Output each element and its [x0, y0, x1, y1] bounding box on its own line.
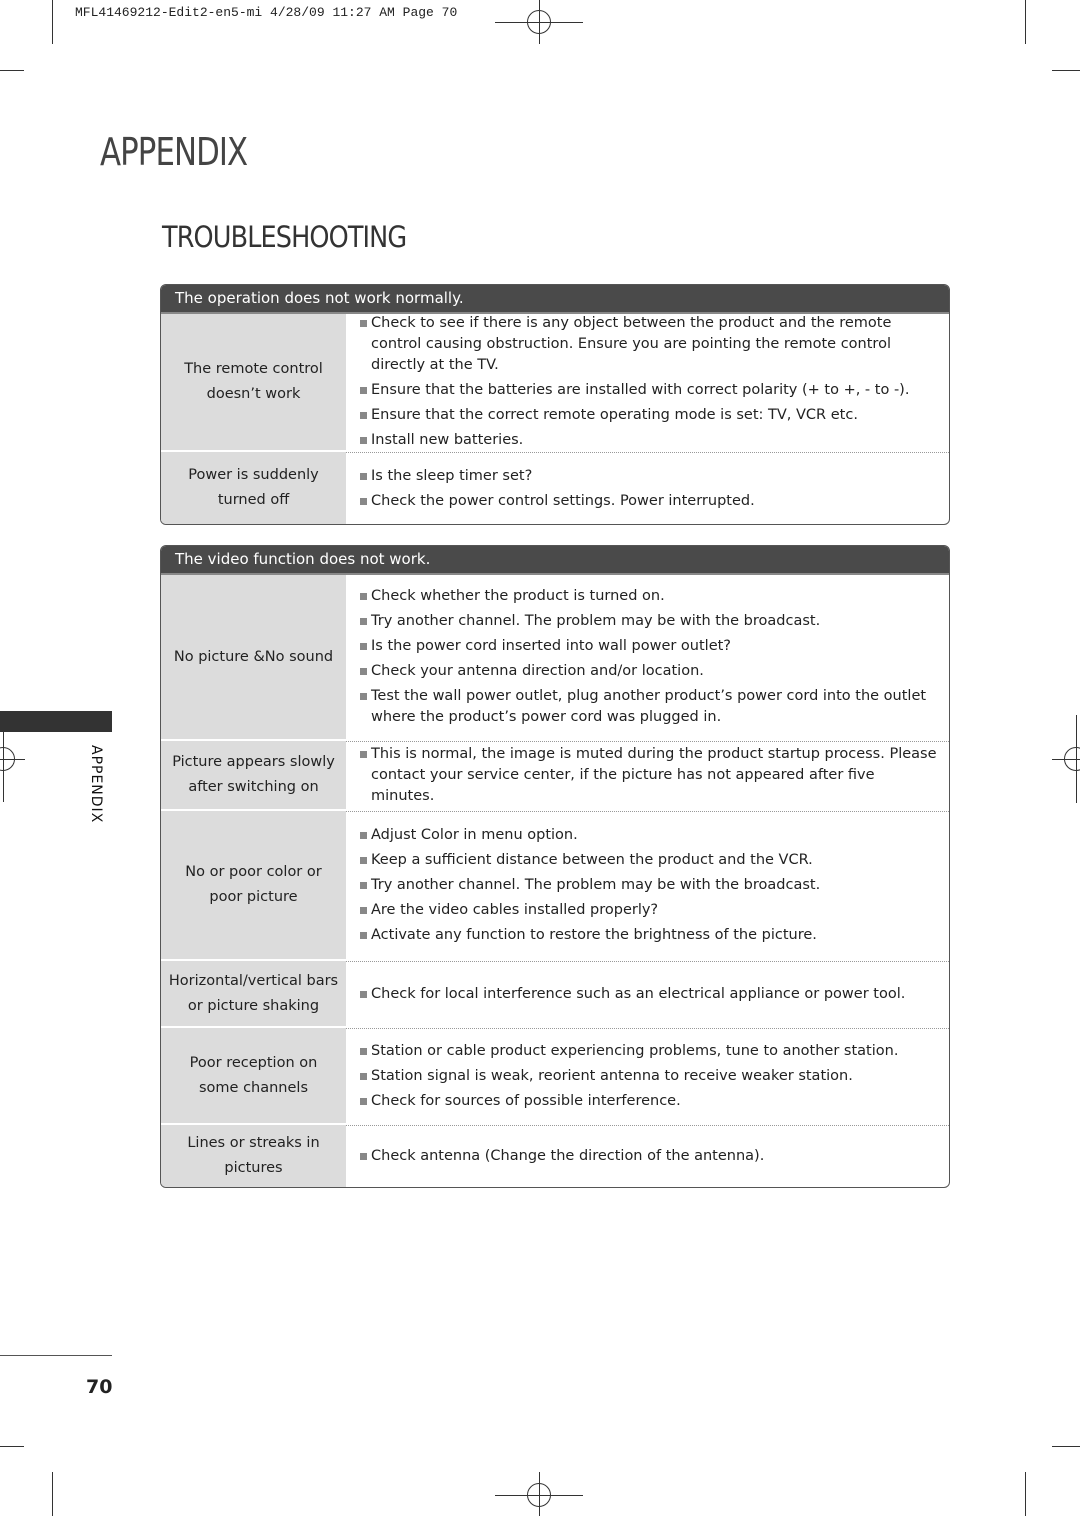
- side-chapter-label: APPENDIX: [88, 745, 104, 824]
- chapter-tab: [0, 711, 112, 732]
- solution-item: Try another channel. The problem may be …: [360, 611, 939, 632]
- table-row: The remote control doesn’t work Check to …: [161, 314, 949, 450]
- solution-item: Test the wall power outlet, plug another…: [360, 686, 939, 728]
- section-title: TROUBLESHOOTING: [162, 220, 407, 254]
- page-number: 70: [86, 1376, 113, 1398]
- table-row: No or poor color or poor picture Adjust C…: [161, 809, 949, 959]
- table-row: Power is suddenly turned off Is the sleep…: [161, 450, 949, 524]
- solution-list: Check for local interference such as an …: [346, 961, 949, 1026]
- symptom-label: No or poor color or poor picture: [161, 811, 346, 959]
- table-row: Lines or streaks in pictures Check antenn…: [161, 1123, 949, 1187]
- solution-list: Check to see if there is any object betw…: [346, 314, 949, 450]
- solution-item: Adjust Color in menu option.: [360, 825, 939, 846]
- symptom-text: No or poor color or poor picture: [185, 864, 322, 905]
- solution-item: Check to see if there is any object betw…: [360, 313, 939, 376]
- solution-item: Try another channel. The problem may be …: [360, 875, 939, 896]
- chapter-title: APPENDIX: [100, 130, 248, 174]
- symptom-label: Power is suddenly turned off: [161, 452, 346, 524]
- solution-item: Station signal is weak, reorient antenna…: [360, 1066, 939, 1087]
- solution-item: Station or cable product experiencing pr…: [360, 1041, 939, 1062]
- solution-list: Check antenna (Change the direction of t…: [346, 1125, 949, 1187]
- symptom-text: Lines or streaks in pictures: [187, 1135, 320, 1176]
- table-header: The video function does not work.: [161, 546, 949, 575]
- symptom-label: No picture &No sound: [161, 575, 346, 739]
- solution-item: Check for local interference such as an …: [360, 984, 939, 1005]
- solution-item: This is normal, the image is muted durin…: [360, 744, 939, 807]
- solution-list: Check whether the product is turned on. T…: [346, 575, 949, 739]
- symptom-text: No picture &No sound: [173, 648, 334, 665]
- solution-item: Install new batteries.: [360, 430, 939, 451]
- table-row: Picture appears slowly after switching o…: [161, 739, 949, 809]
- symptom-text: Poor reception on some channels: [189, 1054, 318, 1096]
- solution-item: Keep a sufficient distance between the p…: [360, 850, 939, 871]
- symptom-text: Horizontal/vertical bars or picture shak…: [168, 972, 339, 1014]
- solution-item: Check whether the product is turned on.: [360, 586, 939, 607]
- solution-item: Check the power control settings. Power …: [360, 491, 939, 512]
- solution-list: Station or cable product experiencing pr…: [346, 1028, 949, 1123]
- solution-list: Adjust Color in menu option. Keep a suffi…: [346, 811, 949, 959]
- solution-item: Ensure that the correct remote operating…: [360, 405, 939, 426]
- solution-list: Is the sleep timer set? Check the power c…: [346, 452, 949, 524]
- solution-item: Check for sources of possible interferen…: [360, 1091, 939, 1112]
- solution-item: Activate any function to restore the bri…: [360, 925, 939, 946]
- symptom-text: Power is suddenly turned off: [188, 467, 319, 508]
- table-row: No picture &No sound Check whether the pr…: [161, 575, 949, 739]
- troubleshooting-table-video: The video function does not work. No pict…: [160, 545, 950, 1188]
- solution-item: Is the sleep timer set?: [360, 466, 939, 487]
- symptom-label: Lines or streaks in pictures: [161, 1125, 346, 1187]
- symptom-text: Picture appears slowly after switching o…: [172, 754, 335, 795]
- table-header: The operation does not work normally.: [161, 285, 949, 314]
- solution-item: Ensure that the batteries are installed …: [360, 380, 939, 401]
- symptom-label: Poor reception on some channels: [161, 1028, 346, 1123]
- troubleshooting-table-operation: The operation does not work normally. The…: [160, 284, 950, 525]
- print-slug: MFL41469212-Edit2-en5-mi 4/28/09 11:27 A…: [75, 5, 458, 20]
- solution-item: Check antenna (Change the direction of t…: [360, 1146, 939, 1167]
- solution-list: This is normal, the image is muted durin…: [346, 741, 949, 809]
- symptom-label: Picture appears slowly after switching o…: [161, 741, 346, 809]
- symptom-label: The remote control doesn’t work: [161, 314, 346, 450]
- manual-page: MFL41469212-Edit2-en5-mi 4/28/09 11:27 A…: [0, 0, 1080, 1516]
- solution-item: Is the power cord inserted into wall pow…: [360, 636, 939, 657]
- solution-item: Are the video cables installed properly?: [360, 900, 939, 921]
- symptom-label: Horizontal/vertical bars or picture shak…: [161, 961, 346, 1026]
- table-row: Poor reception on some channels Station o…: [161, 1026, 949, 1123]
- table-row: Horizontal/vertical bars or picture shak…: [161, 959, 949, 1026]
- solution-item: Check your antenna direction and/or loca…: [360, 661, 939, 682]
- symptom-text: The remote control doesn’t work: [184, 361, 323, 402]
